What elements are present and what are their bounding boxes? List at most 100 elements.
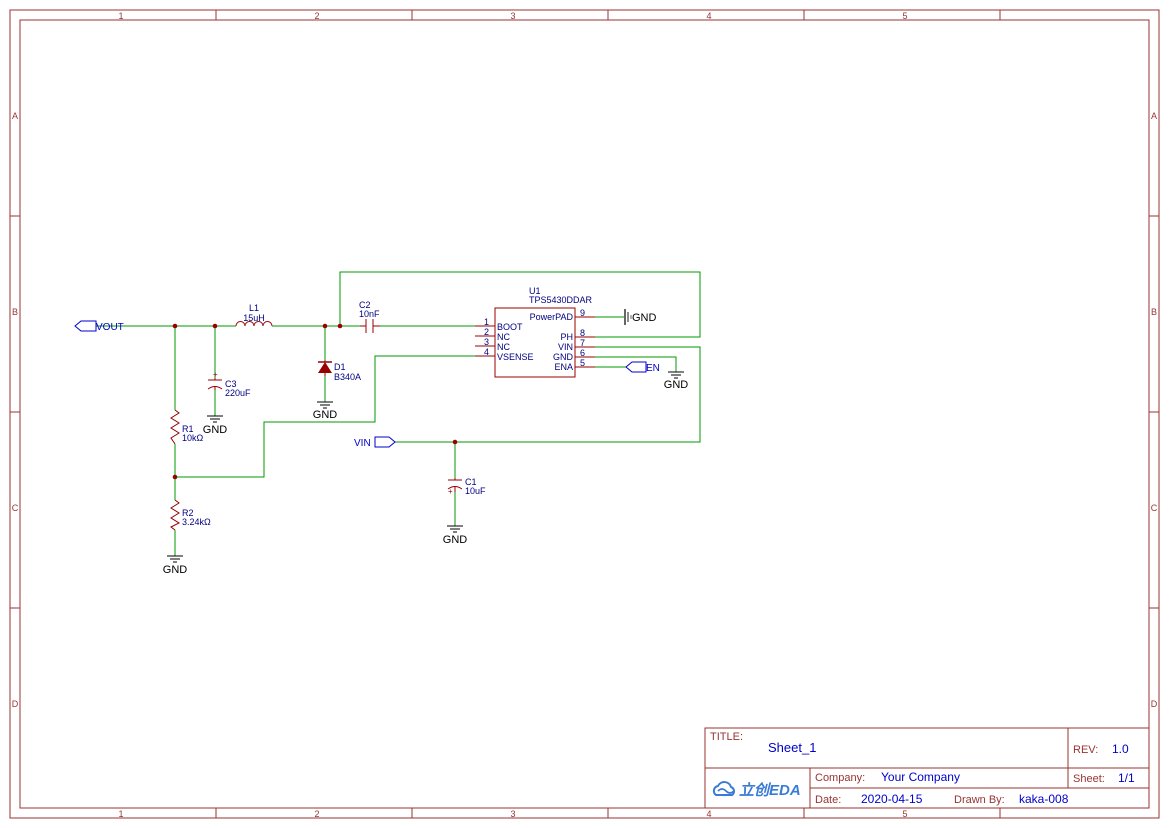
- resistor-r1[interactable]: R1 10kΩ: [170, 409, 204, 445]
- drawn-by-value: kaka-008: [1019, 792, 1069, 806]
- sheet-label: Sheet:: [1073, 773, 1105, 785]
- ic-pin-name: NC: [497, 332, 510, 342]
- drawn-by-label: Drawn By:: [954, 794, 1005, 806]
- net-port-arrow: [374, 436, 396, 448]
- junction-dot: [337, 323, 343, 329]
- col-label-top-3: 3: [510, 11, 515, 21]
- sheet-value: 1/1: [1118, 771, 1135, 785]
- gnd-symbol-c1: GND: [443, 525, 468, 546]
- col-label-bottom-5: 5: [902, 809, 907, 819]
- ic-pin-num: 3: [484, 337, 489, 347]
- net-port-vout[interactable]: VOUT: [74, 320, 124, 333]
- inductor-value: 15uH: [243, 313, 265, 323]
- capacitor-value: 10uF: [465, 486, 486, 496]
- net-port-label: EN: [646, 363, 660, 374]
- ic-pin-num: 1: [484, 317, 489, 327]
- gnd-symbol-r2: GND: [163, 555, 188, 576]
- row-label-right-c: C: [1151, 503, 1158, 513]
- rev-value: 1.0: [1112, 742, 1129, 756]
- row-label-right-d: D: [1151, 699, 1158, 709]
- sheet-frame: [9, 9, 1160, 819]
- ic-pin-num: 2: [484, 327, 489, 337]
- row-label-left-b: B: [12, 307, 18, 317]
- col-label-top-1: 1: [118, 11, 123, 21]
- date-label: Date:: [815, 794, 841, 806]
- col-label-bottom-2: 2: [314, 809, 319, 819]
- capacitor-c1[interactable]: + C1 10uF: [447, 477, 486, 496]
- title-value: Sheet_1: [768, 740, 816, 755]
- ic-pin-name: PH: [560, 332, 573, 342]
- col-label-top-5: 5: [902, 11, 907, 21]
- ic-value: TPS5430DDAR: [529, 295, 593, 305]
- junction-dot: [212, 323, 218, 329]
- ic-pin-name: PowerPAD: [530, 312, 574, 322]
- resistor-zigzag: [170, 499, 181, 531]
- gnd-label: GND: [664, 379, 689, 391]
- net-port-en[interactable]: EN: [625, 361, 660, 374]
- resistor-value: 3.24kΩ: [182, 517, 211, 527]
- ic-u1[interactable]: U1 TPS5430DDAR 1 BOOT 2 NC 3 NC 4 VSENSE…: [475, 286, 595, 378]
- date-value: 2020-04-15: [861, 792, 923, 806]
- net-port-arrow: [625, 361, 647, 373]
- row-label-left-d: D: [12, 699, 19, 709]
- gnd-label: GND: [443, 534, 468, 546]
- schematic-sheet: 1 2 3 4 5 1 2 3 4 5 A B C D A B C D L1 1…: [9, 9, 1160, 819]
- gnd-symbol-ic: GND: [664, 371, 689, 391]
- col-label-bottom-4: 4: [706, 809, 711, 819]
- ic-pin-name: VIN: [558, 342, 573, 352]
- capacitor-c2[interactable]: C2 10nF: [359, 300, 380, 333]
- capacitor-polarity: +: [448, 487, 453, 496]
- eda-logo: 立创EDA: [712, 781, 801, 799]
- row-label-left-a: A: [12, 111, 18, 121]
- capacitor-value: 220uF: [225, 388, 251, 398]
- col-label-top-4: 4: [706, 11, 711, 21]
- ic-pin-num: 7: [580, 338, 585, 348]
- ic-pin-num: 9: [580, 308, 585, 318]
- gnd-label: GND: [313, 409, 338, 421]
- junction-dot: [172, 474, 178, 480]
- company-label: Company:: [815, 772, 865, 784]
- diode-d1[interactable]: D1 B340A: [318, 360, 361, 382]
- gnd-symbol-powerpad: GND: [624, 309, 657, 325]
- inductor-ref: L1: [249, 303, 259, 313]
- junction-dot: [172, 323, 178, 329]
- gnd-symbol-c3: GND: [203, 415, 227, 436]
- ic-pin-num: 4: [484, 347, 489, 357]
- net-port-arrow: [74, 320, 97, 332]
- inductor-l1[interactable]: L1 15uH: [235, 303, 273, 327]
- col-label-top-2: 2: [314, 11, 319, 21]
- ic-pin-num: 8: [580, 328, 585, 338]
- net-port-vin[interactable]: VIN: [354, 436, 396, 449]
- capacitor-c3[interactable]: + C3 220uF: [207, 370, 251, 398]
- company-value: Your Company: [881, 770, 960, 784]
- row-label-left-c: C: [12, 503, 19, 513]
- frame-labels: 1 2 3 4 5 1 2 3 4 5 A B C D A B C D: [12, 11, 1158, 819]
- col-label-bottom-3: 3: [510, 809, 515, 819]
- col-label-bottom-1: 1: [118, 809, 123, 819]
- row-label-right-b: B: [1151, 307, 1157, 317]
- ic-pin-name: VSENSE: [497, 352, 534, 362]
- gnd-label: GND: [163, 564, 188, 576]
- resistor-zigzag: [170, 409, 180, 445]
- logo-text: 立创EDA: [739, 781, 801, 799]
- ic-pin-num: 6: [580, 348, 585, 358]
- title-label: TITLE:: [710, 731, 743, 743]
- junction-dot: [452, 439, 458, 445]
- junction-dot: [322, 323, 328, 329]
- ic-pin-name: BOOT: [497, 322, 523, 332]
- diode-value: B340A: [334, 372, 361, 382]
- gnd-label: GND: [632, 312, 657, 324]
- net-port-label: VOUT: [96, 322, 124, 333]
- gnd-symbol-d1: GND: [313, 401, 338, 421]
- capacitor-polarity: +: [213, 370, 218, 379]
- net-port-label: VIN: [354, 438, 371, 449]
- ic-pin-num: 5: [580, 358, 585, 368]
- row-label-right-a: A: [1151, 111, 1157, 121]
- cloud-wave-icon: [717, 788, 735, 794]
- resistor-value: 10kΩ: [182, 433, 204, 443]
- ic-pin-name: NC: [497, 342, 510, 352]
- ic-pin-name: ENA: [554, 362, 573, 372]
- capacitor-value: 10nF: [359, 309, 380, 319]
- rev-label: REV:: [1073, 744, 1098, 756]
- resistor-r2[interactable]: R2 3.24kΩ: [170, 499, 211, 531]
